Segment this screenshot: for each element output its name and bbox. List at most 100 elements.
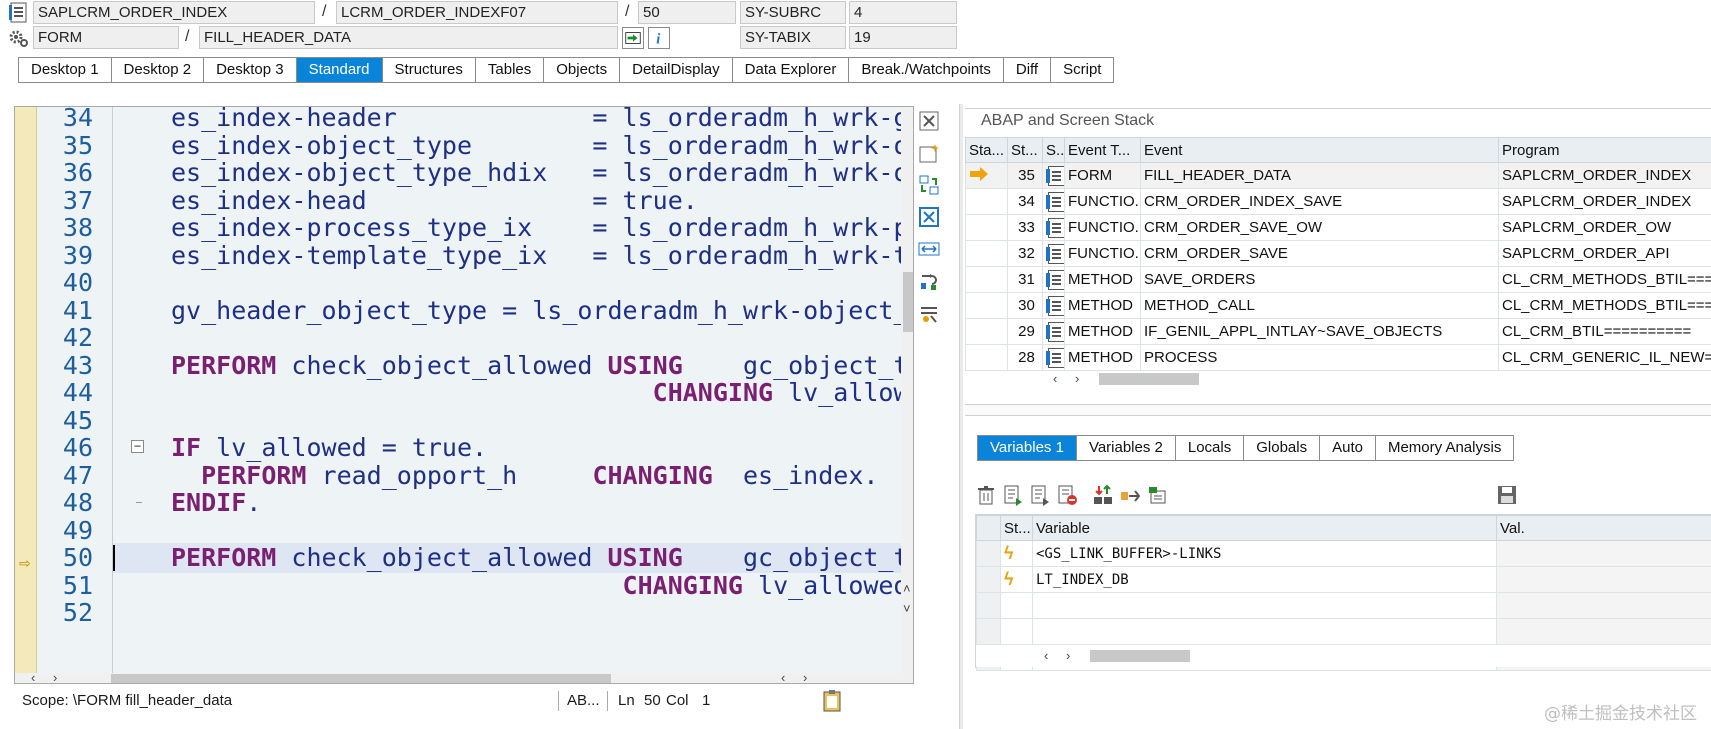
save-icon[interactable] <box>1496 484 1518 506</box>
source-code-editor[interactable]: ⇨ 34 es_index-header = ls_orderadm_h_wrk-… <box>14 106 914 684</box>
scroll-down-icon[interactable]: ˅ <box>903 602 911 615</box>
sysvar-value-field[interactable]: 4 <box>849 1 957 24</box>
event-name-field[interactable]: FILL_HEADER_DATA <box>199 26 618 49</box>
code-line[interactable]: 34 es_index-header = ls_orderadm_h_wrk-gu… <box>63 107 913 133</box>
var-column-header[interactable]: St... <box>1000 515 1033 541</box>
stack-source-cell[interactable] <box>1042 344 1065 371</box>
stack-row[interactable]: 33 FUNCTIO... CRM_ORDER_SAVE_OW SAPLCRM_ORD… <box>965 214 1711 241</box>
stack-source-cell[interactable] <box>1042 162 1065 189</box>
expand-width-icon[interactable] <box>918 238 940 260</box>
code-line[interactable]: 51 CHANGING lv_allowed. <box>63 571 913 601</box>
variables-horizontal-scrollbar[interactable]: ‹ › <box>976 645 1711 667</box>
variable-value-cell[interactable] <box>1496 540 1711 567</box>
scroll-right-icon[interactable]: › <box>53 671 57 683</box>
code-line[interactable]: 37 es_index-head = true. <box>63 186 913 216</box>
code-line[interactable]: 46 IF lv_allowed = true. − <box>63 433 913 463</box>
services-tool-icon[interactable] <box>918 270 940 292</box>
code-line[interactable]: 38 es_index-process_type_ix = ls_orderadm… <box>63 213 913 243</box>
panel-splitter[interactable] <box>959 104 963 729</box>
row-selector-header[interactable] <box>976 515 1001 541</box>
tab-detaildisplay[interactable]: DetailDisplay <box>620 58 733 82</box>
var-tab-variables-1[interactable]: Variables 1 <box>978 436 1077 460</box>
tab-desktop-1[interactable]: Desktop 1 <box>19 58 112 82</box>
editor-vertical-scrollbar[interactable]: ˄ ˅ <box>901 107 913 673</box>
code-line[interactable]: 50 PERFORM check_object_allowed USING gc_… <box>63 543 913 573</box>
variable-name-cell[interactable]: <GS_LINK_BUFFER>-LINKS <box>1032 540 1497 567</box>
scroll-up-icon[interactable]: ˄ <box>903 582 911 595</box>
code-line[interactable]: 49 <box>63 516 913 546</box>
stack-row[interactable]: 31 METHOD SAVE_ORDERS CL_CRM_METHODS_BTIL==… <box>965 266 1711 293</box>
tab-break-watchpoints[interactable]: Break./Watchpoints <box>849 58 1004 82</box>
program-field[interactable]: SAPLCRM_ORDER_INDEX <box>33 1 315 24</box>
stack-source-cell[interactable] <box>1042 188 1065 215</box>
stack-row[interactable]: 30 METHOD METHOD_CALL CL_CRM_METHODS_BTIL==… <box>965 292 1711 319</box>
stack-horizontal-scrollbar[interactable]: ‹ › <box>965 369 1711 389</box>
tab-objects[interactable]: Objects <box>544 58 621 82</box>
tab-script[interactable]: Script <box>1051 58 1115 82</box>
split-icon[interactable] <box>1119 484 1141 506</box>
stack-column-header[interactable]: S.. <box>1042 137 1065 163</box>
stack-column-header[interactable]: St... <box>1007 137 1043 163</box>
code-line[interactable]: 36 es_index-object_type_hdix = ls_orderad… <box>63 158 913 188</box>
info-icon[interactable]: i <box>648 27 670 49</box>
row-selector[interactable] <box>976 592 1001 619</box>
stack-source-cell[interactable] <box>1042 292 1065 319</box>
tab-diff[interactable]: Diff <box>1003 58 1052 82</box>
variable-row[interactable] <box>976 592 1711 619</box>
tab-data-explorer[interactable]: Data Explorer <box>732 58 850 82</box>
variable-name-cell[interactable] <box>1032 592 1497 619</box>
variable-value-cell[interactable] <box>1496 618 1711 645</box>
code-line[interactable]: 44 CHANGING lv_allowed. <box>63 378 913 408</box>
editor-horizontal-scrollbar[interactable]: ‹ › ‹ › <box>15 671 913 683</box>
export-icon[interactable] <box>1146 484 1168 506</box>
maximize-tool-icon[interactable] <box>918 206 940 228</box>
code-line[interactable]: 47 PERFORM read_opport_h CHANGING es_ind… <box>63 461 913 491</box>
navigate-to-source-icon[interactable] <box>622 27 644 49</box>
event-type-field[interactable]: FORM <box>33 26 179 49</box>
var-tab-locals[interactable]: Locals <box>1175 436 1245 460</box>
code-line[interactable]: 42 <box>63 323 913 353</box>
variable-value-cell[interactable] <box>1496 592 1711 619</box>
include-field[interactable]: LCRM_ORDER_INDEXF07 <box>336 1 618 24</box>
code-line[interactable]: 41 gv_header_object_type = ls_orderadm_h_… <box>63 296 913 326</box>
scroll-left-icon[interactable]: ‹ <box>1044 649 1048 662</box>
insert-variable-icon[interactable] <box>1002 484 1024 506</box>
clipboard-icon[interactable] <box>822 689 842 713</box>
code-line[interactable]: 48 ENDIF. <box>63 488 913 518</box>
sysvar-value-field-2[interactable]: 19 <box>849 26 957 49</box>
var-column-header[interactable]: Val. <box>1496 515 1711 541</box>
row-selector[interactable] <box>976 566 1001 593</box>
copy-variable-icon[interactable] <box>1029 484 1051 506</box>
variable-row[interactable]: ϟ <GS_LINK_BUFFER>-LINKS <box>976 540 1711 567</box>
tab-desktop-2[interactable]: Desktop 2 <box>111 58 205 82</box>
variable-row[interactable]: ϟ LT_INDEX_DB <box>976 566 1711 593</box>
collapse-block-icon[interactable]: − <box>131 440 144 453</box>
stack-source-cell[interactable] <box>1042 318 1065 345</box>
code-line[interactable]: 40 <box>63 268 913 298</box>
scroll-right-icon[interactable]: › <box>803 671 807 683</box>
scroll-left-icon[interactable]: ‹ <box>1053 372 1057 385</box>
tab-structures[interactable]: Structures <box>382 58 476 82</box>
stack-row[interactable]: 35 FORM FILL_HEADER_DATA SAPLCRM_ORDER_INDE… <box>965 162 1711 189</box>
variable-row[interactable] <box>976 618 1711 645</box>
stack-column-header[interactable]: Program <box>1498 137 1711 163</box>
code-line[interactable]: 45 <box>63 406 913 436</box>
scroll-right-icon[interactable]: › <box>1066 649 1070 662</box>
line-number-field[interactable]: 50 <box>638 1 736 24</box>
sort-icon[interactable] <box>1092 484 1114 506</box>
var-tab-variables-2[interactable]: Variables 2 <box>1076 436 1176 460</box>
scroll-left-icon[interactable]: ‹ <box>781 671 785 683</box>
sysvar-name-field-2[interactable]: SY-TABIX <box>740 26 846 49</box>
scroll-left-icon[interactable]: ‹ <box>31 671 35 683</box>
var-tab-memory-analysis[interactable]: Memory Analysis <box>1375 436 1515 460</box>
code-line[interactable]: 35 es_index-object_type = ls_orderadm_h_w… <box>63 131 913 161</box>
stack-row[interactable]: 28 METHOD PROCESS CL_CRM_GENERIC_IL_NEW= <box>965 344 1711 371</box>
new-tool-icon[interactable] <box>918 142 940 164</box>
var-tab-globals[interactable]: Globals <box>1244 436 1321 460</box>
var-column-header[interactable]: Variable <box>1032 515 1497 541</box>
tab-tables[interactable]: Tables <box>475 58 545 82</box>
stack-source-cell[interactable] <box>1042 266 1065 293</box>
stack-row[interactable]: 32 FUNCTIO... CRM_ORDER_SAVE SAPLCRM_ORDER_… <box>965 240 1711 267</box>
remove-variable-icon[interactable] <box>1056 484 1078 506</box>
code-area[interactable]: 34 es_index-header = ls_orderadm_h_wrk-gu… <box>63 107 913 673</box>
